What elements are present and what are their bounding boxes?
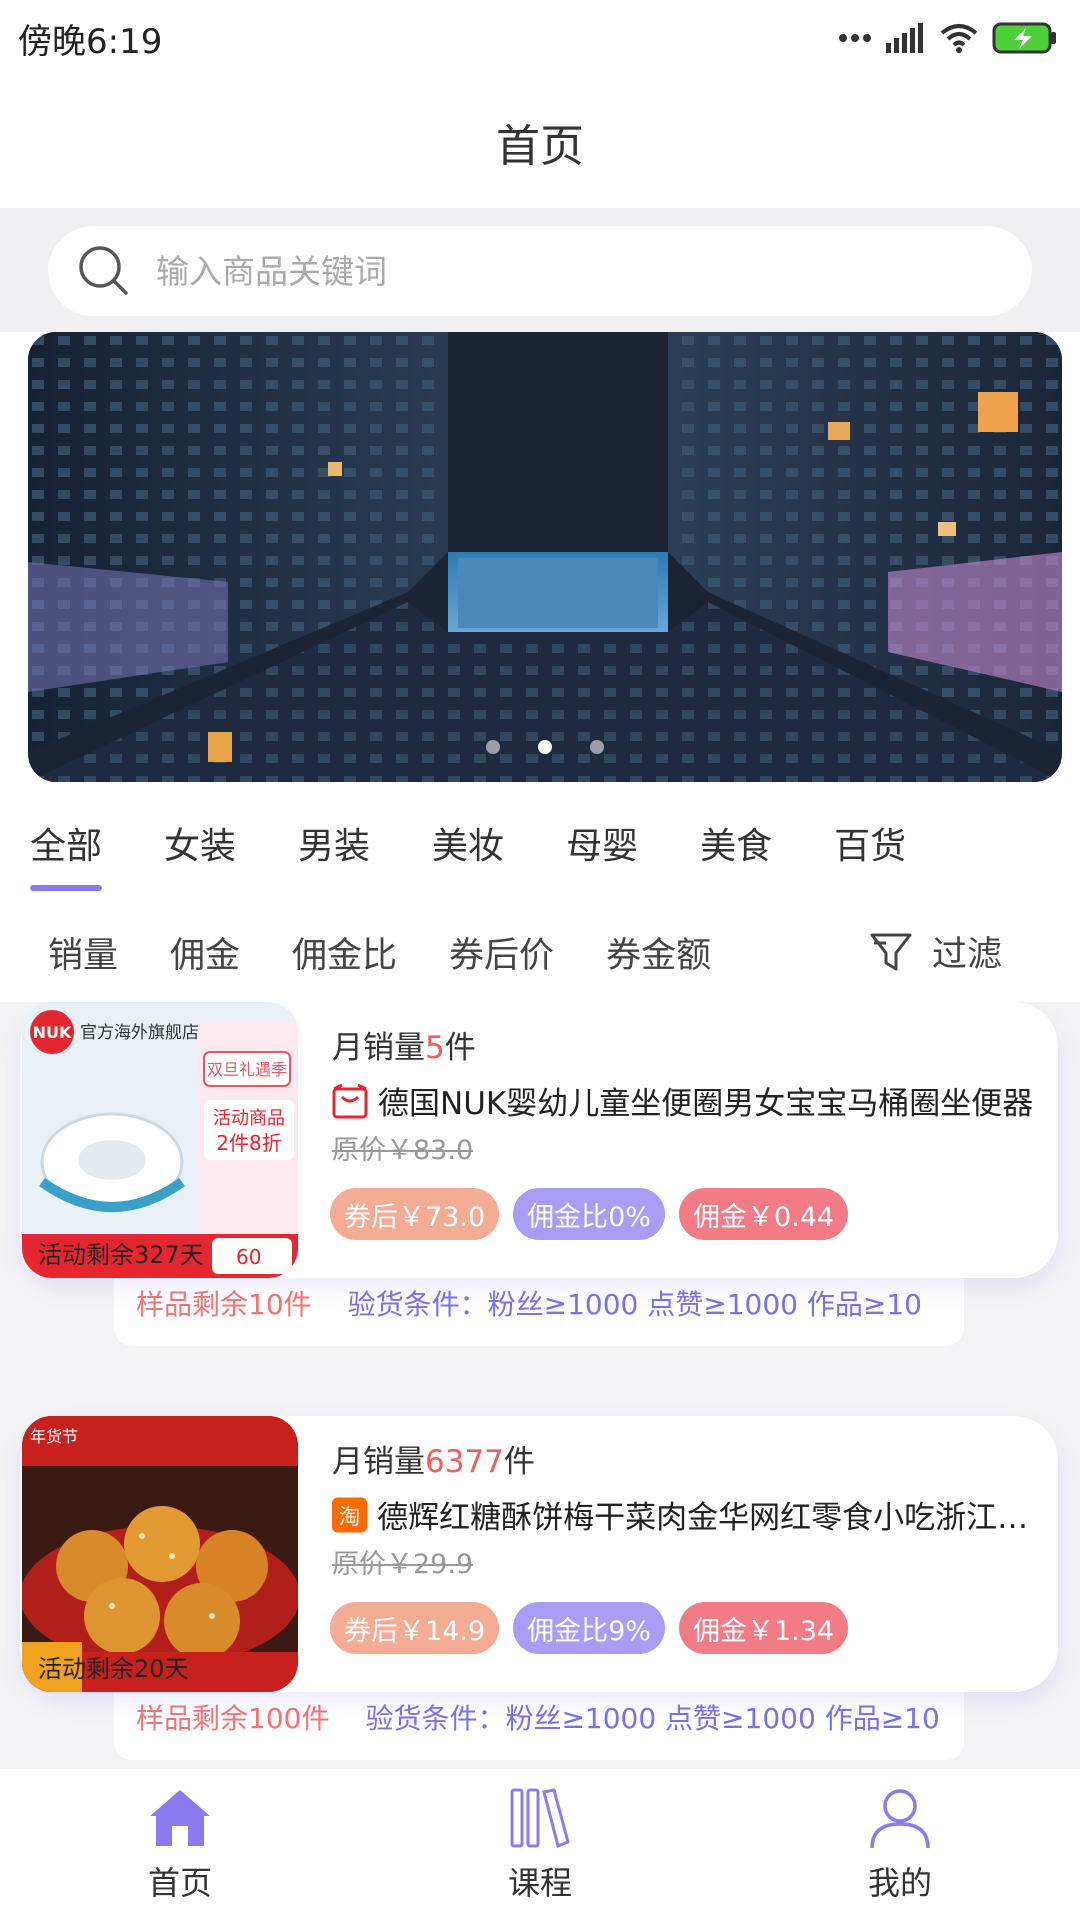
svg-text:60: 60 — [236, 1245, 261, 1269]
search-icon — [79, 246, 128, 295]
commission-ratio-tag: 佣金比0% — [513, 1188, 665, 1240]
tab-women[interactable]: 女装 — [164, 817, 236, 869]
tab-food[interactable]: 美食 — [700, 817, 772, 869]
category-tabs: 全部 女装 男装 美妆 母婴 美食 百货 — [0, 784, 1080, 902]
filter-button[interactable]: 过滤 — [868, 926, 1002, 977]
product-title: 德国NUK婴幼儿童坐便圈男女宝宝马桶圈坐便器 — [378, 1086, 1034, 1122]
product-title-row[interactable]: 德国NUK婴幼儿童坐便圈男女宝宝马桶圈坐便器 — [332, 1078, 1042, 1123]
product-thumbnail[interactable]: 年货节 活动剩余20天 — [22, 1416, 298, 1692]
filter-label: 过滤 — [931, 935, 1002, 975]
tab-baby[interactable]: 母婴 — [566, 817, 638, 869]
nav-course-label: 课程 — [507, 1863, 572, 1902]
sales-prefix: 月销量 — [332, 1030, 425, 1066]
search-input[interactable] — [156, 251, 956, 291]
sales-prefix: 月销量 — [332, 1444, 425, 1480]
sort-commission[interactable]: 佣金 — [170, 927, 240, 978]
product-card[interactable]: NUK 官方海外旗舰店 双旦礼遇季 活动商品 2件8折 60 活动剩余327天 … — [20, 1002, 1058, 1278]
svg-text:活动商品: 活动商品 — [213, 1108, 285, 1129]
commission-tag: 佣金￥1.34 — [678, 1602, 849, 1654]
price-tags: 券后￥14.9 佣金比9% 佣金￥1.34 — [330, 1602, 849, 1654]
svg-text:NUK: NUK — [33, 1023, 72, 1042]
tab-men[interactable]: 男装 — [298, 817, 370, 869]
activity-remaining: 活动剩余327天 — [38, 1241, 204, 1269]
nav-home[interactable]: 首页 — [30, 1786, 330, 1904]
bottom-nav: 首页 课程 我的 — [0, 1768, 1080, 1920]
nav-mine-label: 我的 — [867, 1863, 932, 1902]
svg-text:2件8折: 2件8折 — [216, 1131, 281, 1155]
original-price: 原价￥83.0 — [332, 1135, 474, 1166]
original-price: 原价￥29.9 — [332, 1549, 474, 1580]
status-bar: 傍晚6:19 — [0, 0, 1080, 76]
banner-dot[interactable] — [486, 740, 500, 754]
filter-icon — [870, 933, 912, 970]
monthly-sales: 月销量6377件 — [332, 1436, 535, 1481]
nav-course[interactable]: 课程 — [390, 1786, 690, 1904]
product-title: 德辉红糖酥饼梅干菜肉金华网红零食小吃浙江特产 — [377, 1500, 1042, 1536]
sales-suffix: 件 — [503, 1444, 535, 1480]
taobao-icon: 淘 — [332, 1496, 368, 1533]
svg-text:淘: 淘 — [339, 1504, 360, 1529]
books-icon — [510, 1787, 570, 1848]
search-area — [0, 208, 1080, 332]
nav-mine[interactable]: 我的 — [750, 1786, 1050, 1904]
svg-text:双旦礼遇季: 双旦礼遇季 — [207, 1060, 287, 1079]
nav-home-label: 首页 — [147, 1863, 212, 1902]
tab-general[interactable]: 百货 — [834, 817, 906, 869]
tab-all[interactable]: 全部 — [30, 817, 103, 891]
product-title-row[interactable]: 淘 德辉红糖酥饼梅干菜肉金华网红零食小吃浙江特产 — [332, 1492, 1042, 1537]
more-dots-icon — [839, 34, 871, 42]
price-tags: 券后￥73.0 佣金比0% 佣金￥0.44 — [330, 1188, 849, 1240]
commission-tag: 佣金￥0.44 — [678, 1188, 849, 1240]
activity-remaining: 活动剩余20天 — [38, 1655, 189, 1683]
commission-ratio-tag: 佣金比9% — [513, 1602, 665, 1654]
status-icons — [838, 22, 1058, 54]
coupon-price-tag: 券后￥14.9 — [330, 1602, 500, 1654]
banner-carousel[interactable] — [28, 332, 1062, 782]
banner-dot[interactable] — [590, 740, 604, 754]
product-thumbnail[interactable]: NUK 官方海外旗舰店 双旦礼遇季 活动商品 2件8折 60 活动剩余327天 — [22, 1002, 298, 1278]
product-list: 样品剩余10件 验货条件：粉丝≥1000 点赞≥1000 作品≥10 NUK 官… — [0, 1002, 1080, 1768]
product-card[interactable]: 年货节 活动剩余20天 月销量6377件 淘 德辉红糖酥饼梅干菜肉金华网红零食小… — [20, 1416, 1058, 1692]
page-title: 首页 — [496, 121, 584, 172]
status-time: 傍晚6:19 — [18, 21, 163, 62]
home-icon — [150, 1789, 210, 1846]
sample-remaining: 样品剩余10件 — [136, 1288, 312, 1321]
sort-bar: 销量 佣金 佣金比 券后价 券金额 过滤 — [0, 902, 1080, 1002]
tab-beauty[interactable]: 美妆 — [432, 817, 504, 869]
monthly-sales: 月销量5件 — [332, 1022, 476, 1067]
title-bar: 首页 — [0, 76, 1080, 208]
svg-text:年货节: 年货节 — [30, 1427, 78, 1446]
sort-coupon-price[interactable]: 券后价 — [449, 927, 554, 978]
inspection-condition: 验货条件：粉丝≥1000 点赞≥1000 作品≥10 — [365, 1702, 940, 1735]
inspection-condition: 验货条件：粉丝≥1000 点赞≥1000 作品≥10 — [347, 1288, 922, 1321]
sort-sales[interactable]: 销量 — [48, 927, 118, 978]
tmall-icon — [332, 1083, 368, 1118]
sample-remaining: 样品剩余100件 — [136, 1702, 330, 1735]
sales-number: 6377 — [425, 1444, 504, 1480]
banner-dot-active[interactable] — [538, 740, 552, 754]
svg-text:官方海外旗舰店: 官方海外旗舰店 — [80, 1023, 199, 1043]
battery-icon — [992, 22, 1056, 54]
sales-number: 5 — [425, 1030, 445, 1066]
sort-commission-ratio[interactable]: 佣金比 — [292, 927, 397, 978]
wifi-icon — [940, 24, 978, 53]
banner-image — [28, 332, 1062, 782]
banner-dots — [28, 740, 1062, 754]
sales-suffix: 件 — [444, 1030, 476, 1066]
sort-coupon-amount[interactable]: 券金额 — [606, 927, 711, 978]
search-box[interactable] — [48, 226, 1032, 316]
user-icon — [870, 1788, 930, 1848]
signal-icon — [886, 23, 923, 53]
coupon-price-tag: 券后￥73.0 — [330, 1188, 500, 1240]
